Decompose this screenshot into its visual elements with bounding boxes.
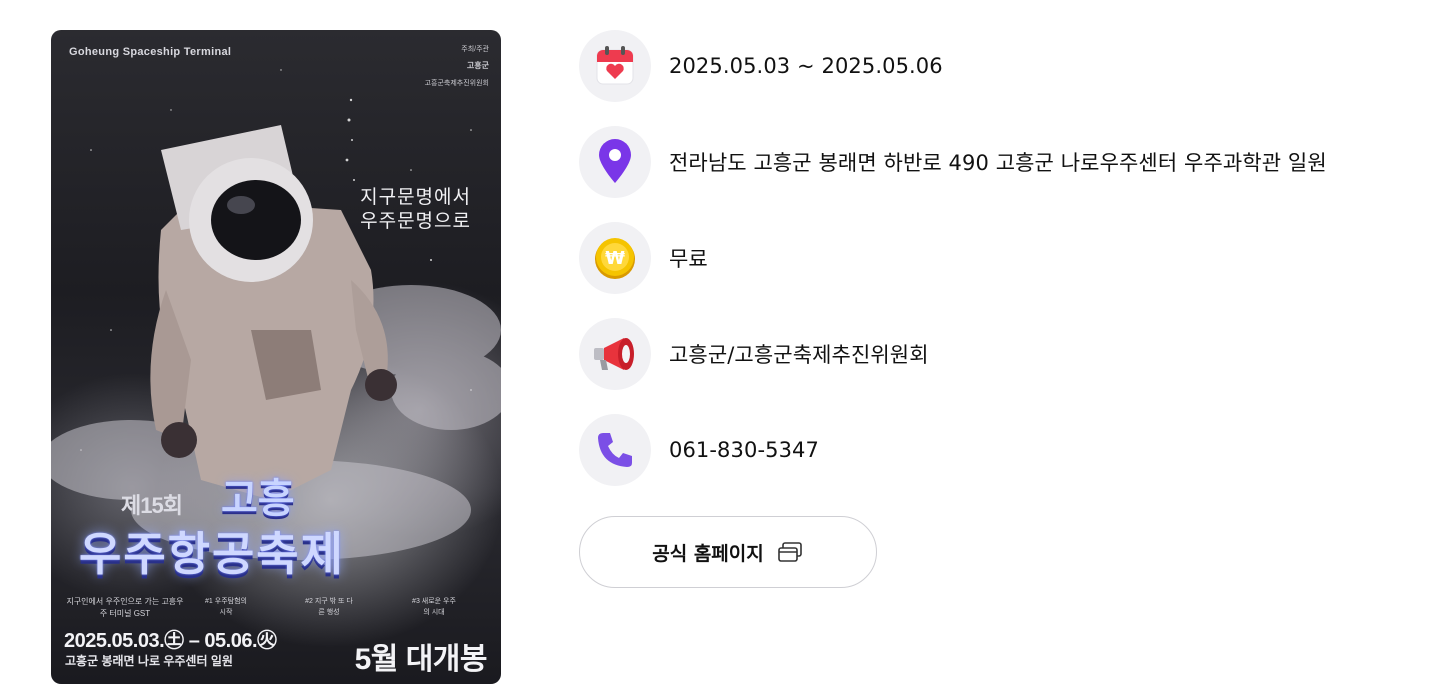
poster-sub-2: #2 지구 밖 또 다른 행성 — [305, 598, 353, 616]
location-text: 전라남도 고흥군 봉래면 하반로 490 고흥군 나로우주센터 우주과학관 일원 — [669, 151, 1327, 175]
poster-title-line2: 우주항공축제 — [79, 528, 345, 580]
poster-slogan-line1: 지구문명에서 — [360, 187, 471, 208]
phone-icon — [579, 414, 651, 486]
poster-sub-1: #1 우주탐험의 시작 — [205, 598, 247, 616]
organizer-text: 고흥군/고흥군축제추진위원회 — [669, 343, 929, 367]
poster-date: 2025.05.03.㊏ – 05.06.㊋ — [64, 630, 277, 652]
poster-sub-3: #3 새로운 우주의 시대 — [412, 598, 456, 616]
info-row-fee: ₩ 무료 — [579, 222, 708, 294]
poster-venue: 고흥군 봉래면 나로 우주센터 일원 — [65, 654, 233, 668]
svg-text:₩: ₩ — [605, 248, 625, 269]
poster-edition: 제15회 — [121, 493, 183, 518]
poster-title-line1: 고흥 — [221, 477, 295, 521]
info-row-date: 2025.05.03 ~ 2025.05.06 — [579, 30, 943, 102]
poster-sub-intro: 지구인에서 우주인으로 가는 고흥우주 터미널 GST — [66, 597, 184, 618]
poster-host-org: 고흥군축제추진위원회 — [424, 80, 489, 87]
new-window-icon — [776, 540, 804, 564]
poster-artwork — [51, 69, 501, 560]
calendar-icon — [579, 30, 651, 102]
official-homepage-label: 공식 홈페이지 — [652, 542, 764, 565]
poster-host-label: 주최/주관 — [461, 46, 489, 53]
poster-open-label: 5월 대개봉 — [354, 643, 488, 676]
poster-host-logo: 고흥군 — [466, 61, 489, 70]
fee-text: 무료 — [669, 247, 708, 271]
poster-slogan-line2: 우주문명으로 — [360, 211, 471, 232]
poster-brand-text: Goheung Spaceship Terminal — [69, 46, 232, 58]
info-row-organizer: 고흥군/고흥군축제추진위원회 — [579, 318, 929, 390]
won-coin-icon: ₩ — [579, 222, 651, 294]
info-row-location: 전라남도 고흥군 봉래면 하반로 490 고흥군 나로우주센터 우주과학관 일원 — [579, 126, 1327, 198]
official-homepage-button[interactable]: 공식 홈페이지 — [579, 516, 877, 588]
megaphone-icon — [579, 318, 651, 390]
date-text: 2025.05.03 ~ 2025.05.06 — [669, 54, 943, 78]
phone-text: 061-830-5347 — [669, 438, 819, 462]
festival-poster: Goheung Spaceship Terminal 주최/주관 고흥군 고흥군… — [51, 30, 501, 684]
location-pin-icon — [579, 126, 651, 198]
info-row-phone: 061-830-5347 — [579, 414, 819, 486]
